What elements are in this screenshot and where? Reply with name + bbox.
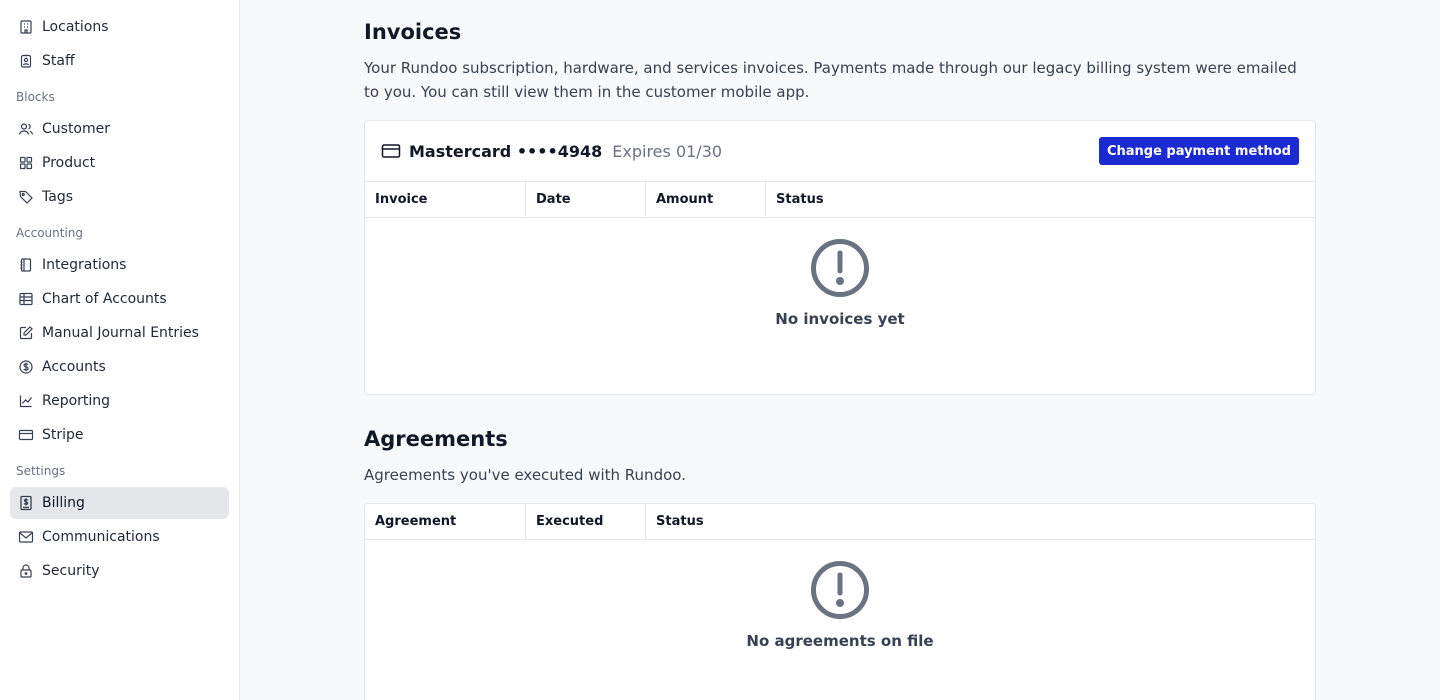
payment-method-header: Mastercard ••••4948 Expires 01/30 Change… (365, 121, 1315, 182)
sidebar-item-security[interactable]: Security (10, 555, 229, 587)
invoices-empty-state: No invoices yet (365, 218, 1315, 328)
sidebar-item-label: Customer (42, 121, 111, 137)
column-header-agreement[interactable]: Agreement (365, 504, 526, 539)
agreements-empty-state: No agreements on file (365, 540, 1315, 650)
dollar-circle-icon (18, 359, 34, 375)
sidebar-item-integrations[interactable]: Integrations (10, 249, 229, 281)
credit-card-icon (381, 140, 403, 162)
column-header-status[interactable]: Status (646, 504, 1315, 539)
agreements-title: Agreements (364, 427, 508, 451)
sidebar-item-label: Chart of Accounts (42, 291, 167, 307)
sidebar-item-label: Locations (42, 19, 109, 35)
change-payment-method-button[interactable]: Change payment method (1098, 137, 1299, 165)
invoices-card: Mastercard ••••4948 Expires 01/30 Change… (364, 120, 1316, 395)
invoices-description: Your Rundoo subscription, hardware, and … (364, 59, 1297, 101)
invoices-title: Invoices (364, 20, 462, 44)
sidebar-item-tags[interactable]: Tags (10, 181, 229, 213)
edit-note-icon (18, 325, 34, 341)
sidebar-item-label: Stripe (42, 427, 84, 443)
agreements-card: Agreement Executed Status No agreements … (364, 503, 1316, 700)
column-header-amount[interactable]: Amount (646, 182, 766, 217)
lock-icon (18, 563, 34, 579)
sidebar-item-label: Staff (42, 53, 75, 69)
sidebar: Locations Staff Blocks Customer Product … (0, 0, 240, 700)
card-name: Mastercard ••••4948 (409, 141, 603, 161)
sidebar-item-accounts[interactable]: Accounts (10, 351, 229, 383)
sidebar-item-manual-journal-entries[interactable]: Manual Journal Entries (10, 317, 229, 349)
sidebar-item-stripe[interactable]: Stripe (10, 419, 229, 451)
column-header-status[interactable]: Status (766, 182, 1315, 217)
mail-icon (18, 529, 34, 545)
sidebar-item-communications[interactable]: Communications (10, 521, 229, 553)
agreements-description: Agreements you've executed with Rundoo. (364, 466, 686, 484)
sidebar-item-label: Communications (42, 529, 160, 545)
sidebar-item-label: Tags (42, 189, 73, 205)
billing-icon (18, 495, 34, 511)
sidebar-item-staff[interactable]: Staff (10, 45, 229, 77)
badge-icon (18, 53, 34, 69)
sidebar-item-label: Security (42, 563, 100, 579)
sidebar-item-label: Product (42, 155, 96, 171)
card-expiry: Expires 01/30 (612, 141, 723, 161)
tag-icon (18, 189, 34, 205)
grid-icon (18, 155, 34, 171)
exclamation-circle-icon (810, 238, 870, 298)
exclamation-circle-icon (810, 560, 870, 620)
sidebar-item-customer[interactable]: Customer (10, 113, 229, 145)
section-label-settings: Settings (16, 464, 66, 478)
users-icon (18, 121, 34, 137)
empty-state-text: No invoices yet (775, 310, 905, 328)
sidebar-item-locations[interactable]: Locations (10, 11, 229, 43)
section-label-accounting: Accounting (16, 226, 84, 240)
notebook-icon (18, 257, 34, 273)
invoices-table-header: Invoice Date Amount Status (365, 182, 1315, 218)
sidebar-item-label: Accounts (42, 359, 106, 375)
sidebar-item-product[interactable]: Product (10, 147, 229, 179)
line-chart-icon (18, 393, 34, 409)
sidebar-item-chart-of-accounts[interactable]: Chart of Accounts (10, 283, 229, 315)
agreements-table-header: Agreement Executed Status (365, 504, 1315, 540)
table-icon (18, 291, 34, 307)
sidebar-item-label: Billing (42, 495, 85, 511)
sidebar-item-reporting[interactable]: Reporting (10, 385, 229, 417)
sidebar-item-label: Manual Journal Entries (42, 325, 199, 341)
column-header-date[interactable]: Date (526, 182, 646, 217)
building-icon (18, 19, 34, 35)
credit-card-icon (18, 427, 34, 443)
sidebar-item-label: Reporting (42, 393, 111, 409)
sidebar-item-label: Integrations (42, 257, 127, 273)
column-header-executed[interactable]: Executed (526, 504, 646, 539)
section-label-blocks: Blocks (16, 90, 55, 104)
main-content: Invoices Your Rundoo subscription, hardw… (240, 0, 1440, 700)
empty-state-text: No agreements on file (746, 632, 934, 650)
column-header-invoice[interactable]: Invoice (365, 182, 526, 217)
sidebar-item-billing[interactable]: Billing (10, 487, 229, 519)
